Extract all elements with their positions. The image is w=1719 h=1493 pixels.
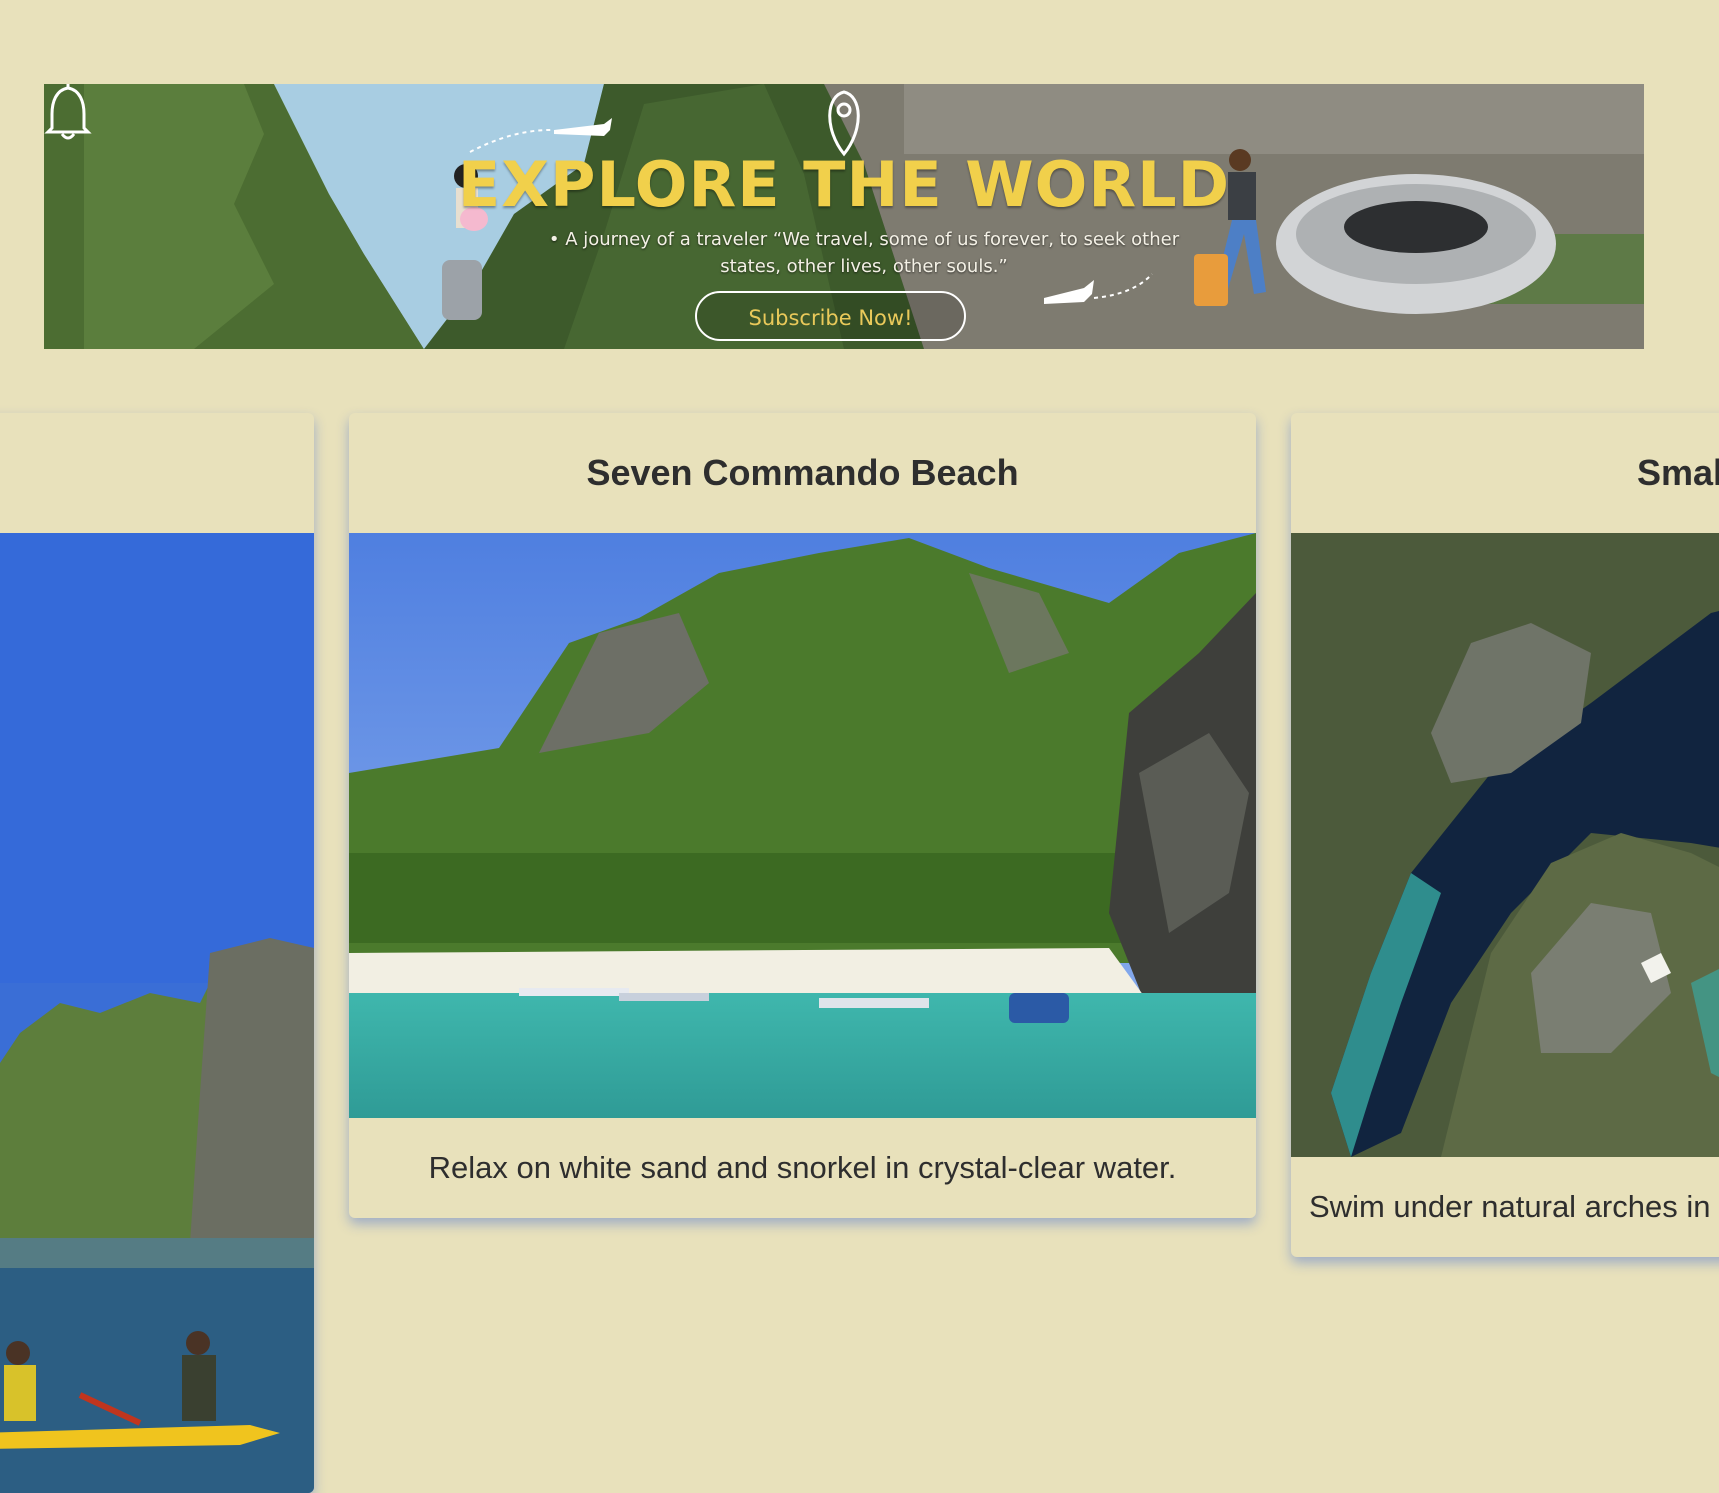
bell-icon[interactable] [44,84,92,142]
card-title: Smal [1637,452,1719,493]
card-description: Relax on white sand and snorkel in cryst… [428,1150,1177,1185]
card-photo-kayak [0,533,314,1493]
banner-title: EXPLORE THE WORLD [457,148,1231,221]
destination-card[interactable]: Seven Commando Beach Relax on white sand… [349,413,1256,1218]
card-photo-beach [349,533,1256,1118]
hero-banner: EXPLORE THE WORLD • A journey of a trave… [44,84,1644,349]
destination-card[interactable] [0,413,314,1493]
card-title [0,413,314,533]
subscribe-button[interactable]: Subscribe Now! [695,291,966,341]
destination-card[interactable]: Smal Swim under natural arches in [1291,413,1719,1257]
banner-quote: • A journey of a traveler “We travel, so… [548,229,1180,277]
card-title: Seven Commando Beach [586,452,1019,493]
card-photo-lagoon [1291,533,1719,1157]
card-description: Swim under natural arches in [1309,1189,1711,1224]
